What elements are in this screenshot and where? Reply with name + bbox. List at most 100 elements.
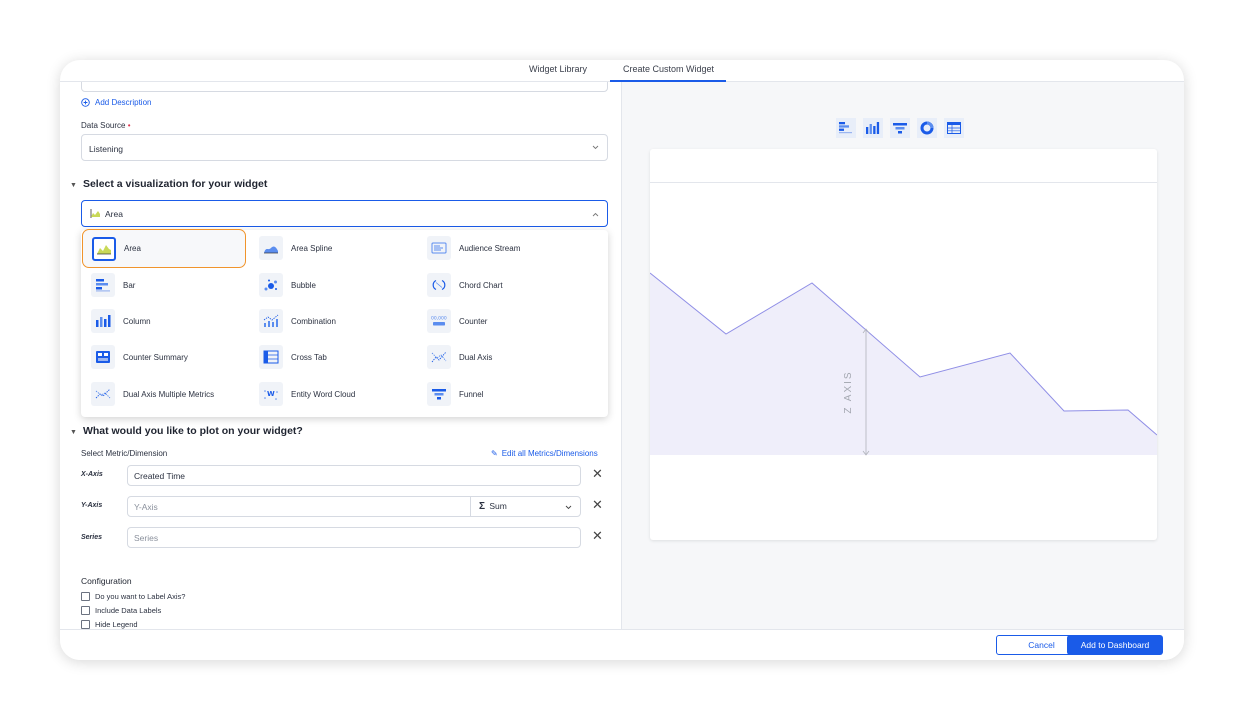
funnel-icon[interactable]: [890, 118, 910, 138]
funnel-icon: [427, 382, 451, 406]
select-metric-label: Select Metric/Dimension: [81, 449, 168, 458]
area-spline-icon: [259, 236, 283, 260]
visualization-selected-value: Area: [105, 208, 123, 219]
viz-option-label: Bar: [123, 280, 136, 290]
series-label: Series: [81, 534, 103, 541]
viz-option-label: Area: [124, 244, 141, 253]
edit-all-metrics-link[interactable]: ✎ Edit all Metrics/Dimensions: [491, 449, 598, 458]
pencil-icon: ✎: [491, 449, 498, 458]
viz-option-audience-stream[interactable]: Audience Stream: [427, 235, 597, 261]
area-chart-icon: [90, 209, 100, 218]
bar-icon[interactable]: [836, 118, 856, 138]
viz-option-chord-chart[interactable]: Chord Chart: [427, 272, 597, 298]
viz-option-dual-axis-multiple-metrics[interactable]: Dual Axis Multiple Metrics: [91, 381, 251, 407]
widget-builder-modal: Widget Library Create Custom Widget Add …: [60, 60, 1184, 660]
viz-option-label: Cross Tab: [291, 352, 327, 362]
table-icon[interactable]: [944, 118, 964, 138]
donut-icon[interactable]: [917, 118, 937, 138]
series-field[interactable]: Series: [127, 527, 581, 548]
include-data-labels-checkbox[interactable]: [81, 606, 90, 615]
y-axis-field[interactable]: Y-Axis: [127, 496, 471, 517]
svg-text:W: W: [267, 390, 275, 398]
audience-stream-icon: [427, 236, 451, 260]
x-axis-field[interactable]: Created Time: [127, 465, 581, 486]
counter-summary-icon: [91, 345, 115, 369]
widget-name-field[interactable]: [81, 82, 608, 92]
edit-all-metrics-label: Edit all Metrics/Dimensions: [501, 449, 598, 458]
remove-x-axis-icon[interactable]: ✕: [592, 466, 603, 482]
remove-y-axis-icon[interactable]: ✕: [592, 497, 603, 513]
plot-section-header[interactable]: ▼ What would you like to plot on your wid…: [70, 425, 303, 437]
z-axis-label: Z AXIS: [843, 370, 854, 413]
add-description-link[interactable]: Add Description: [81, 98, 151, 107]
viz-option-label: Dual Axis Multiple Metrics: [123, 389, 215, 399]
viz-option-area-spline[interactable]: Area Spline: [259, 235, 419, 261]
area-chart-icon: [92, 236, 116, 261]
dual-axis-icon: [427, 345, 451, 369]
word-cloud-icon: W: [259, 382, 283, 406]
viz-option-funnel[interactable]: Funnel: [427, 381, 597, 407]
include-data-labels-label: Include Data Labels: [95, 606, 162, 615]
cross-tab-icon: [259, 345, 283, 369]
y-axis-placeholder: Y-Axis: [134, 502, 158, 512]
visualization-dropdown: Area Area Spline Audience Stream Bar Bub…: [81, 229, 608, 417]
data-source-label: Data Source •: [81, 121, 131, 130]
required-marker: •: [127, 121, 131, 130]
viz-option-dual-axis[interactable]: Dual Axis: [427, 344, 597, 370]
y-axis-aggregation-select[interactable]: Σ Sum: [470, 496, 581, 517]
widget-form-panel: Add Description Data Source • Listening …: [60, 82, 621, 629]
viz-option-bubble[interactable]: Bubble: [259, 272, 419, 298]
aggregation-value: Sum: [489, 501, 507, 511]
viz-option-label: Counter Summary: [123, 352, 188, 362]
visualization-select[interactable]: Area: [81, 200, 608, 227]
plot-section-title: What would you like to plot on your widg…: [82, 425, 303, 437]
viz-option-column[interactable]: Column: [91, 308, 251, 334]
viz-option-counter-summary[interactable]: Counter Summary: [91, 344, 251, 370]
x-axis-value: Created Time: [134, 471, 186, 481]
viz-option-counter[interactable]: 00,000 Counter: [427, 308, 597, 334]
viz-option-area[interactable]: Area: [82, 229, 246, 268]
chevron-up-icon: [592, 212, 599, 217]
configuration-title: Configuration: [81, 576, 132, 586]
preview-area-chart: Z AXIS: [650, 272, 1157, 456]
hide-legend-label: Hide Legend: [95, 620, 138, 629]
data-source-select[interactable]: Listening: [81, 134, 608, 161]
hide-legend-checkbox[interactable]: [81, 620, 90, 629]
add-to-dashboard-button[interactable]: Add to Dashboard: [1067, 635, 1163, 655]
dual-axis-multiple-icon: [91, 382, 115, 406]
series-placeholder: Series: [134, 533, 159, 543]
viz-option-label: Funnel: [459, 389, 484, 399]
counter-icon: 00,000: [427, 309, 451, 333]
viz-option-cross-tab[interactable]: Cross Tab: [259, 344, 419, 370]
svg-text:00,000: 00,000: [431, 316, 447, 322]
chart-type-toolbar: [836, 118, 964, 138]
remove-series-icon[interactable]: ✕: [592, 528, 603, 544]
collapse-triangle-icon: ▼: [70, 429, 77, 436]
column-chart-icon: [91, 309, 115, 333]
collapse-triangle-icon: ▼: [70, 182, 77, 189]
viz-section-title: Select a visualization for your widget: [82, 178, 268, 190]
viz-option-bar[interactable]: Bar: [91, 272, 251, 298]
chevron-down-icon: [565, 505, 572, 510]
viz-option-label: Entity Word Cloud: [291, 389, 356, 399]
x-axis-label: X-Axis: [81, 471, 103, 478]
chord-chart-icon: [427, 273, 451, 297]
column-icon[interactable]: [863, 118, 883, 138]
tab-widget-library[interactable]: Widget Library: [529, 64, 587, 82]
viz-option-label: Audience Stream: [459, 243, 521, 253]
viz-option-label: Chord Chart: [459, 280, 503, 290]
bubble-chart-icon: [259, 273, 283, 297]
tab-create-custom-widget[interactable]: Create Custom Widget: [610, 64, 726, 82]
viz-option-entity-word-cloud[interactable]: W Entity Word Cloud: [259, 381, 419, 407]
preview-card: Z AXIS: [650, 149, 1157, 540]
viz-option-label: Counter: [459, 316, 488, 326]
modal-footer: Cancel Add to Dashboard: [60, 629, 1184, 660]
chevron-down-icon: [592, 145, 599, 150]
viz-option-label: Bubble: [291, 280, 316, 290]
label-axis-checkbox[interactable]: [81, 592, 90, 601]
viz-section-header[interactable]: ▼ Select a visualization for your widget: [70, 178, 267, 190]
viz-option-label: Dual Axis: [459, 352, 493, 362]
combination-chart-icon: [259, 309, 283, 333]
bar-chart-icon: [91, 273, 115, 297]
viz-option-combination[interactable]: Combination: [259, 308, 419, 334]
